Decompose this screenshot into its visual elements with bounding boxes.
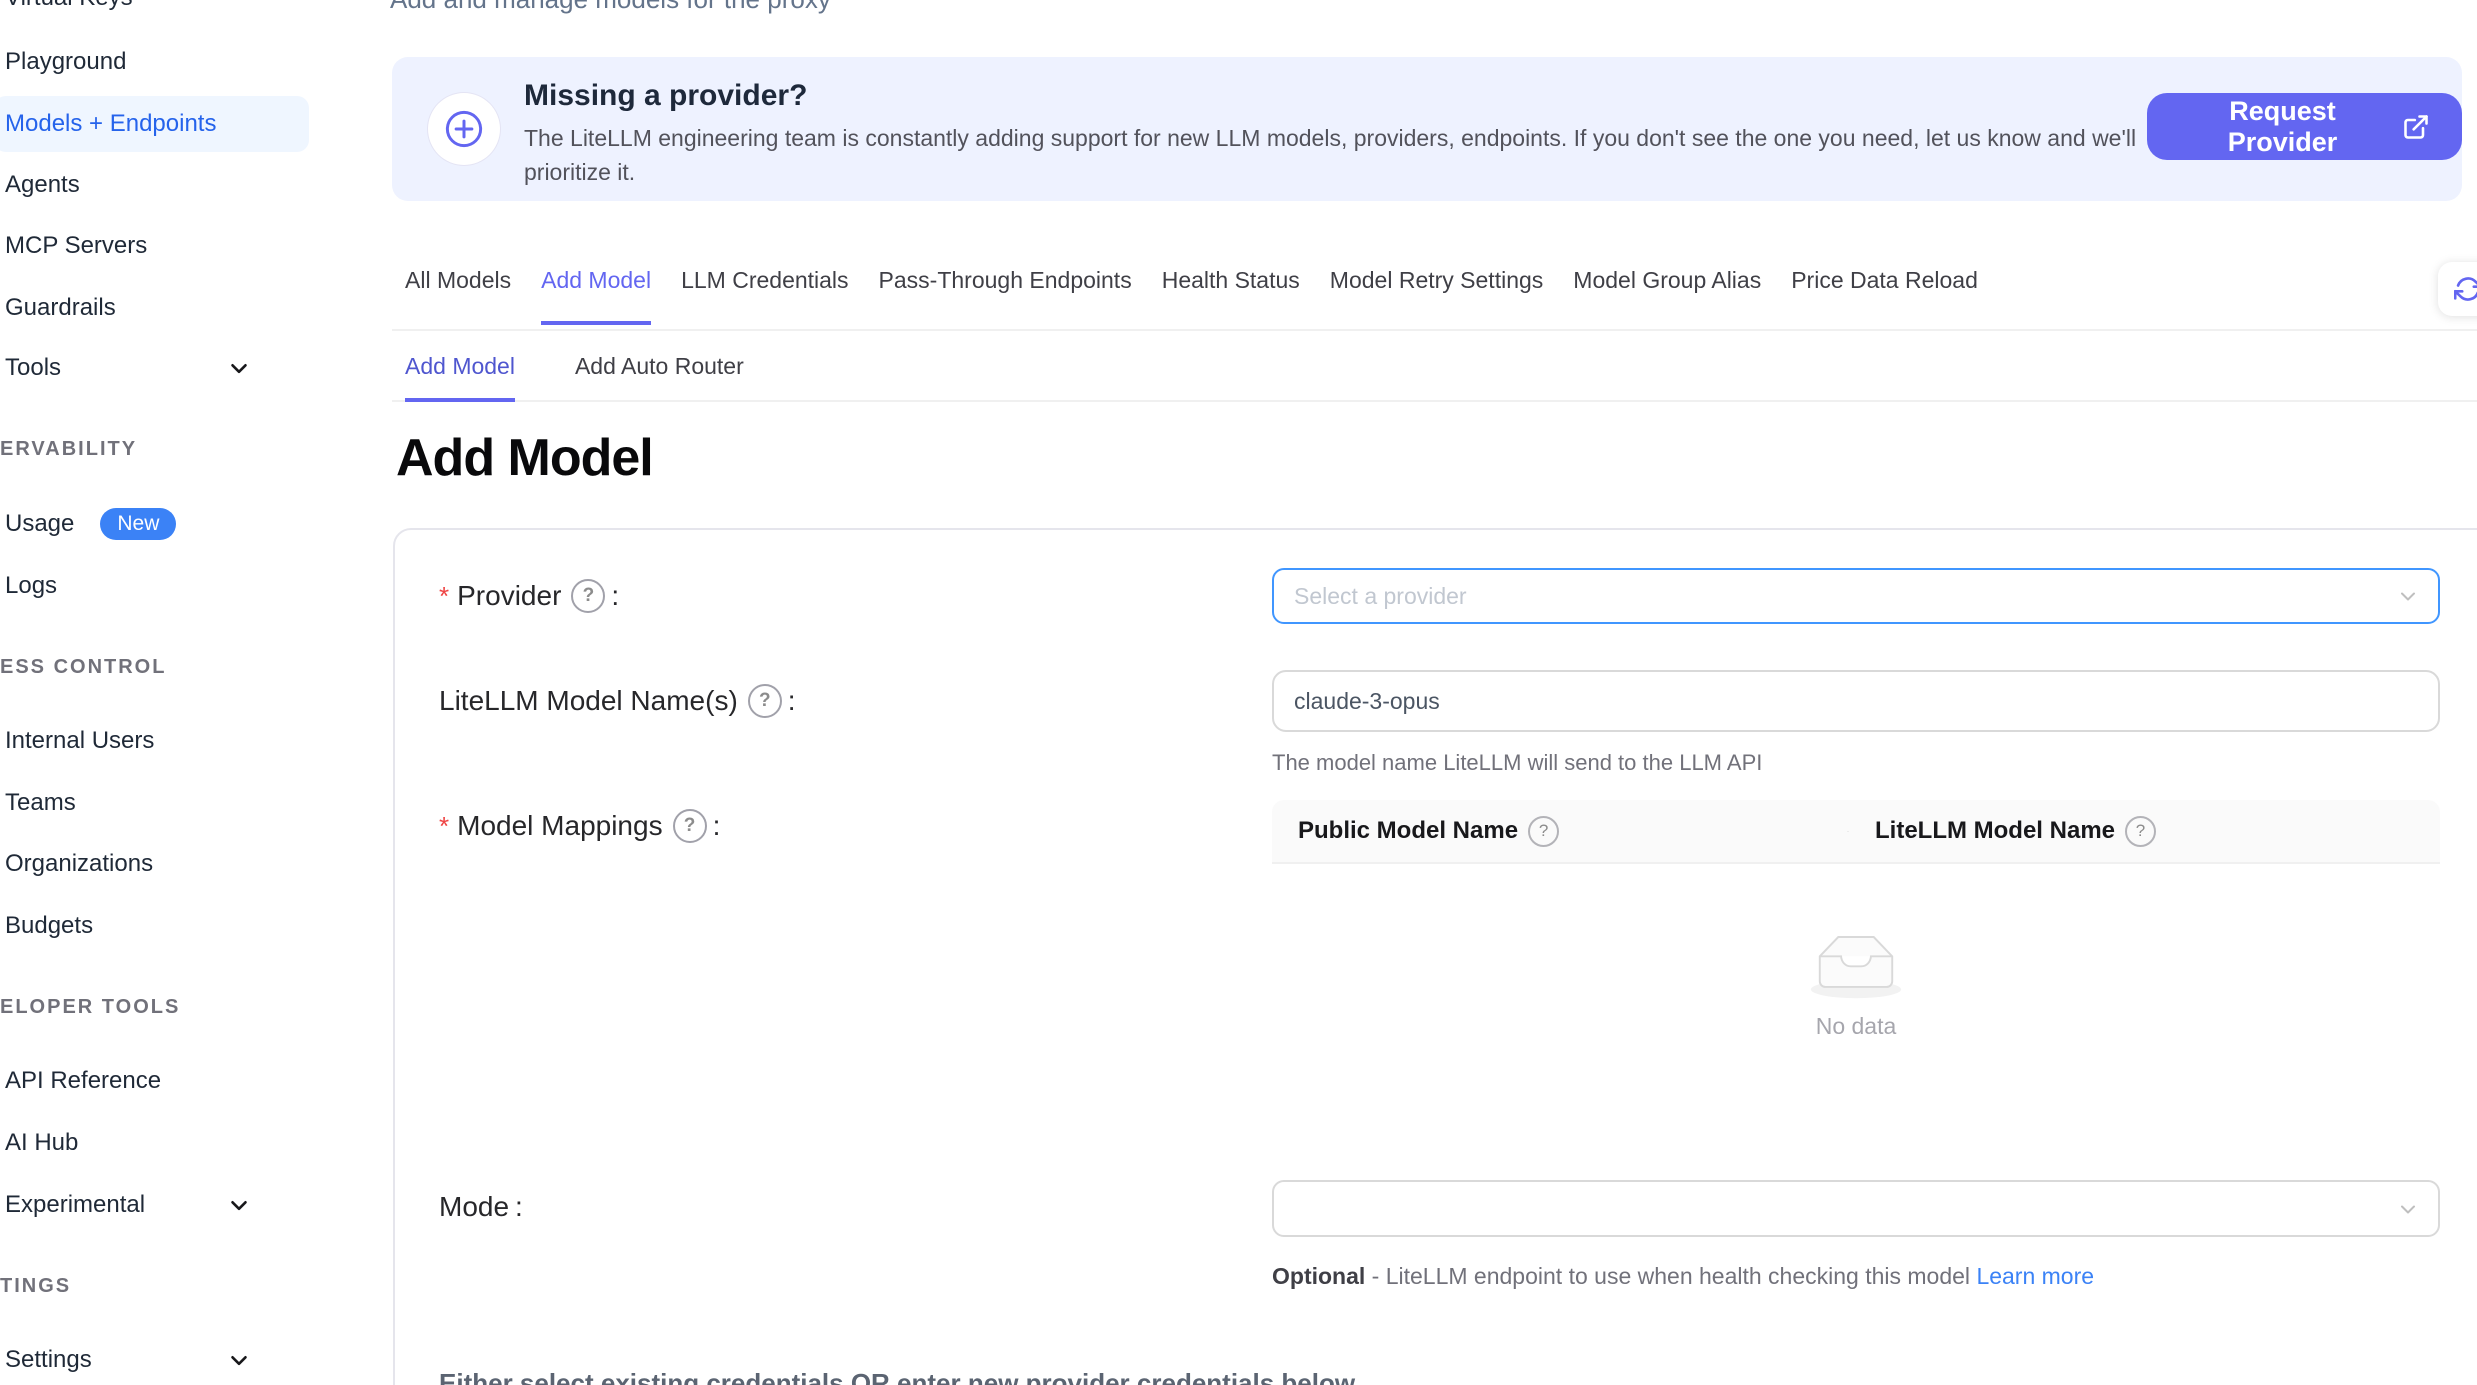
tab-add-model[interactable]: Add Model: [541, 266, 651, 325]
model-mappings-table: Public Model Name LiteLLM Model Name No: [1272, 800, 2440, 1109]
model-name-help: The model name LiteLLM will send to the …: [1272, 750, 1762, 776]
banner-title: Missing a provider?: [524, 79, 807, 113]
mode-select[interactable]: [1272, 1180, 2440, 1237]
empty-state-text: No data: [1816, 1013, 1897, 1040]
help-icon[interactable]: [2125, 816, 2156, 847]
sidebar-item-organizations[interactable]: Organizations: [5, 838, 290, 890]
sidebar-item-mcp-servers[interactable]: MCP Servers: [5, 220, 290, 272]
sidebar-item-label: Models + Endpoints: [5, 110, 216, 138]
page-title: Add Model: [396, 428, 653, 488]
sidebar-item-label: Teams: [5, 789, 76, 817]
tab-pass-through-endpoints[interactable]: Pass-Through Endpoints: [879, 266, 1132, 325]
refresh-button[interactable]: [2438, 262, 2477, 316]
sidebar-item-label: Settings: [5, 1346, 92, 1374]
sidebar-item-label: Usage: [5, 510, 74, 538]
sidebar-item-playground[interactable]: Playground: [5, 36, 290, 88]
chevron-down-icon: [226, 1192, 252, 1218]
sidebar-item-tools[interactable]: Tools: [5, 342, 290, 394]
request-provider-button[interactable]: Request Provider: [2147, 93, 2462, 160]
missing-provider-banner: Missing a provider? The LiteLLM engineer…: [392, 57, 2462, 201]
table-header-row: Public Model Name LiteLLM Model Name: [1272, 800, 2440, 864]
sidebar-item-label: AI Hub: [5, 1129, 78, 1157]
sidebar-item-label: Logs: [5, 572, 57, 600]
tab-llm-credentials[interactable]: LLM Credentials: [681, 266, 848, 325]
required-asterisk: [439, 581, 449, 612]
sidebar-section-developer-tools: ELOPER TOOLS: [0, 996, 180, 1019]
chevron-down-icon: [2396, 1197, 2420, 1221]
litellm-model-name-input[interactable]: [1272, 670, 2440, 732]
banner-body: The LiteLLM engineering team is constant…: [524, 121, 2224, 189]
sidebar-item-models-endpoints[interactable]: Models + Endpoints: [0, 96, 309, 152]
model-mappings-label: Model Mappings: [439, 798, 720, 854]
plus-circle-icon: [428, 93, 500, 165]
credentials-note: Either select existing credentials OR en…: [439, 1368, 1355, 1385]
help-icon[interactable]: [1528, 816, 1559, 847]
sidebar-item-label: MCP Servers: [5, 232, 147, 260]
sidebar-item-guardrails[interactable]: Guardrails: [5, 282, 290, 334]
column-litellm-model-name: LiteLLM Model Name: [1849, 816, 2156, 847]
subtab-add-auto-router[interactable]: Add Auto Router: [575, 352, 744, 402]
provider-select[interactable]: Select a provider: [1272, 568, 2440, 624]
help-icon[interactable]: [748, 684, 782, 718]
refresh-icon: [2454, 275, 2477, 303]
chevron-down-icon: [226, 355, 252, 381]
sidebar-item-label: Organizations: [5, 850, 153, 878]
sidebar-item-label: Virtual Keys: [5, 0, 133, 12]
sidebar-section-observability: ERVABILITY: [0, 438, 137, 461]
provider-label: Provider: [439, 568, 619, 624]
sidebar-item-settings[interactable]: Settings: [5, 1334, 290, 1385]
sidebar-item-label: Agents: [5, 171, 80, 199]
sidebar-item-label: Tools: [5, 354, 61, 382]
sidebar-item-label: Guardrails: [5, 294, 116, 322]
sidebar-item-logs[interactable]: Logs: [5, 560, 290, 612]
new-badge: New: [100, 508, 176, 540]
required-asterisk: [439, 811, 449, 842]
empty-inbox-icon: [1804, 933, 1908, 999]
page-subtitle: Add and manage models for the proxy: [390, 0, 831, 15]
tab-health-status[interactable]: Health Status: [1162, 266, 1300, 325]
provider-select-placeholder: Select a provider: [1294, 583, 1467, 610]
subtab-add-model[interactable]: Add Model: [405, 352, 515, 402]
learn-more-link[interactable]: Learn more: [1976, 1263, 2094, 1289]
add-model-form-card: Provider Select a provider LiteLLM Model…: [393, 528, 2477, 1385]
mode-label: Mode: [439, 1178, 523, 1235]
litellm-model-name-label: LiteLLM Model Name(s): [439, 670, 796, 732]
tab-model-group-alias[interactable]: Model Group Alias: [1573, 266, 1761, 325]
add-model-subtabs: Add Model Add Auto Router: [405, 352, 744, 402]
model-tabs: All Models Add Model LLM Credentials Pas…: [405, 266, 1978, 325]
tab-model-retry-settings[interactable]: Model Retry Settings: [1330, 266, 1543, 325]
chevron-down-icon: [226, 1347, 252, 1373]
sidebar-item-internal-users[interactable]: Internal Users: [5, 715, 290, 767]
external-link-icon: [2402, 113, 2430, 141]
help-icon[interactable]: [673, 809, 707, 843]
help-icon[interactable]: [571, 579, 605, 613]
request-provider-label: Request Provider: [2179, 96, 2386, 158]
sidebar-item-api-reference[interactable]: API Reference: [5, 1055, 290, 1107]
sidebar-section-access-control: ESS CONTROL: [0, 656, 166, 679]
sidebar-item-label: Experimental: [5, 1191, 145, 1219]
sidebar-item-teams[interactable]: Teams: [5, 777, 290, 829]
sidebar-item-label: Internal Users: [5, 727, 154, 755]
mode-help: Optional - LiteLLM endpoint to use when …: [1272, 1255, 2252, 1297]
sidebar: Virtual Keys Playground Models + Endpoin…: [0, 0, 300, 1385]
column-public-model-name: Public Model Name: [1272, 816, 1849, 847]
sidebar-item-label: API Reference: [5, 1067, 161, 1095]
tab-all-models[interactable]: All Models: [405, 266, 511, 325]
sidebar-item-label: Playground: [5, 48, 126, 76]
sidebar-item-usage[interactable]: Usage New: [5, 498, 290, 550]
sidebar-item-budgets[interactable]: Budgets: [5, 900, 290, 952]
sidebar-item-experimental[interactable]: Experimental: [5, 1179, 290, 1231]
mode-help-bold: Optional: [1272, 1263, 1365, 1289]
sidebar-item-virtual-keys[interactable]: Virtual Keys: [5, 0, 290, 24]
sidebar-section-settings: TINGS: [0, 1275, 71, 1298]
sidebar-item-agents[interactable]: Agents: [5, 159, 290, 211]
tabs-divider: [392, 329, 2477, 331]
sidebar-item-label: Budgets: [5, 912, 93, 940]
tab-price-data-reload[interactable]: Price Data Reload: [1791, 266, 1978, 325]
mode-help-text: - LiteLLM endpoint to use when health ch…: [1365, 1263, 1976, 1289]
empty-state: No data: [1272, 864, 2440, 1109]
chevron-down-icon: [2396, 584, 2420, 608]
sidebar-item-ai-hub[interactable]: AI Hub: [5, 1117, 290, 1169]
